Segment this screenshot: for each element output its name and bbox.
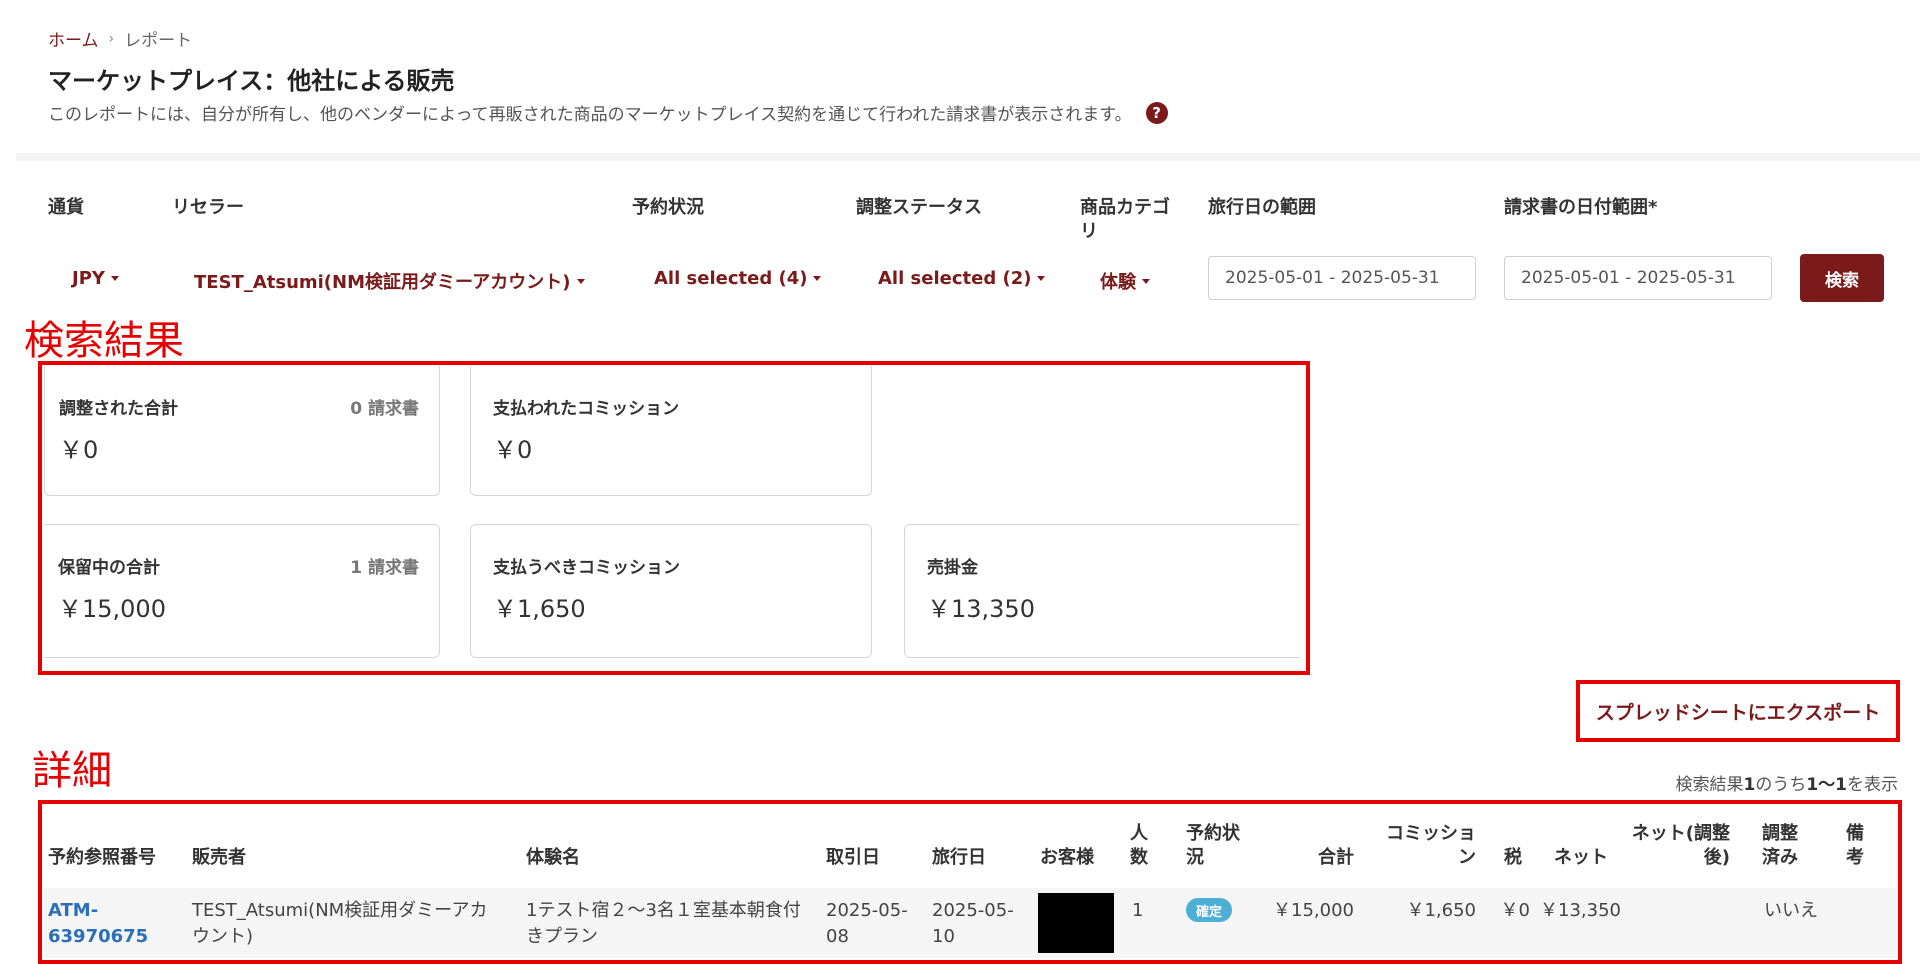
cell-pax: 1: [1132, 900, 1144, 921]
card-receivable: 売掛金 ￥13,350: [904, 524, 1300, 658]
cell-commission: ￥1,650: [1406, 900, 1476, 921]
card-title: 売掛金: [927, 558, 978, 578]
card-title: 保留中の合計: [58, 558, 160, 578]
card-title: 支払われたコミッション: [493, 399, 680, 419]
col-header-commission: コミッション: [1386, 823, 1476, 868]
results-count-range: 1〜1: [1806, 775, 1847, 795]
results-count: 検索結果1のうち1〜1を表示: [1675, 770, 1898, 795]
results-count-mid: のうち: [1755, 775, 1807, 795]
col-header-customer: お客様: [1040, 847, 1094, 868]
filter-label-adjust-status: 調整ステータス: [856, 197, 982, 218]
cell-total: ￥15,000: [1273, 900, 1354, 921]
card-adjusted-total: 調整された合計 0 請求書 ￥0: [44, 366, 440, 496]
page-description: このレポートには、自分が所有し、他のベンダーによって再販された商品のマーケットプ…: [48, 105, 1132, 125]
col-header-net-adjusted: ネット(調整後): [1631, 823, 1730, 868]
results-count-prefix: 検索結果: [1675, 775, 1744, 795]
card-value: ￥1,650: [493, 595, 586, 623]
cell-tax: ￥0: [1500, 900, 1530, 921]
filter-label-booking-status: 予約状況: [632, 197, 704, 218]
booking-ref-link[interactable]: ATM-63970675: [48, 898, 148, 950]
breadcrumb-current: レポート: [124, 31, 193, 51]
page-description-row: このレポートには、自分が所有し、他のベンダーによって再販された商品のマーケットプ…: [48, 100, 1168, 125]
adjust-status-value: All selected (2): [878, 268, 1032, 289]
cell-product: 1テスト宿２〜3名１室基本朝食付きプラン: [526, 900, 801, 947]
card-value: ￥15,000: [58, 595, 166, 623]
filter-label-category: 商品カテゴリ: [1080, 197, 1170, 242]
breadcrumb: ホーム › レポート: [48, 26, 193, 52]
card-value: ￥0: [59, 436, 99, 464]
filter-label-reseller: リセラー: [172, 197, 244, 218]
cell-travel-date: 2025-05-10: [932, 900, 1014, 947]
cell-trade-date: 2025-05-08: [826, 900, 908, 947]
card-invoice-count: 0 請求書: [350, 399, 419, 419]
col-header-adjusted: 調整済み: [1762, 823, 1798, 868]
booking-status-value: All selected (4): [654, 268, 808, 289]
results-count-total: 1: [1743, 775, 1756, 795]
travel-date-range-input[interactable]: 2025-05-01 - 2025-05-31: [1208, 256, 1476, 300]
card-commission-paid: 支払われたコミッション ￥0: [470, 366, 872, 496]
status-badge: 確定: [1186, 898, 1233, 922]
cell-seller: TEST_Atsumi(NM検証用ダミーアカウント): [192, 900, 488, 947]
reseller-dropdown[interactable]: TEST_Atsumi(NM検証用ダミーアカウント): [194, 268, 585, 294]
card-commission-due: 支払うべきコミッション ￥1,650: [470, 524, 872, 658]
filter-label-invoice-range: 請求書の日付範囲*: [1504, 197, 1658, 218]
col-header-notes: 備考: [1846, 823, 1864, 868]
col-header-status: 予約状況: [1186, 823, 1240, 868]
page-title: マーケットプレイス：他社による販売: [48, 67, 455, 95]
cell-adjusted: いいえ: [1764, 900, 1818, 921]
annotation-details-label: 詳細: [32, 748, 112, 794]
invoice-date-range-input[interactable]: 2025-05-01 - 2025-05-31: [1504, 256, 1772, 300]
breadcrumb-separator: ›: [108, 30, 115, 47]
adjust-status-dropdown[interactable]: All selected (2): [878, 268, 1046, 289]
card-value: ￥0: [493, 436, 533, 464]
export-spreadsheet-button[interactable]: スプレッドシートにエクスポート: [1576, 680, 1900, 742]
card-value: ￥13,350: [927, 595, 1035, 623]
currency-value: JPY: [72, 268, 105, 289]
filter-label-currency: 通貨: [48, 197, 84, 218]
col-header-pax: 人数: [1130, 823, 1148, 868]
card-invoice-count: 1 請求書: [350, 558, 419, 578]
col-header-trade-date: 取引日: [826, 847, 880, 868]
card-title: 支払うべきコミッション: [493, 558, 680, 578]
category-dropdown[interactable]: 体験: [1100, 268, 1150, 294]
col-header-net: ネット: [1554, 847, 1608, 868]
breadcrumb-home-link[interactable]: ホーム: [48, 26, 99, 51]
caret-down-icon: [1142, 278, 1150, 284]
help-icon[interactable]: ?: [1145, 101, 1168, 124]
currency-dropdown[interactable]: JPY: [72, 268, 119, 289]
caret-down-icon: [1037, 276, 1046, 281]
caret-down-icon: [576, 278, 585, 284]
section-divider: [16, 153, 1920, 161]
search-button[interactable]: 検索: [1800, 254, 1884, 302]
cell-net: ￥13,350: [1540, 900, 1621, 921]
redacted-customer: [1038, 893, 1114, 953]
col-header-tax: 税: [1504, 847, 1522, 868]
card-title: 調整された合計: [59, 399, 178, 419]
card-held-total: 保留中の合計 1 請求書 ￥15,000: [44, 524, 440, 658]
col-header-travel-date: 旅行日: [932, 847, 986, 868]
results-count-suffix: を表示: [1847, 775, 1898, 795]
annotation-results-label: 検索結果: [24, 318, 184, 364]
category-value: 体験: [1100, 272, 1136, 293]
reseller-value: TEST_Atsumi(NM検証用ダミーアカウント): [194, 272, 571, 293]
col-header-product: 体験名: [526, 847, 580, 868]
booking-status-dropdown[interactable]: All selected (4): [654, 268, 822, 289]
col-header-total: 合計: [1318, 847, 1354, 868]
caret-down-icon: [813, 276, 822, 281]
caret-down-icon: [110, 276, 119, 281]
col-header-ref: 予約参照番号: [48, 847, 156, 868]
col-header-seller: 販売者: [192, 847, 246, 868]
filter-label-travel-range: 旅行日の範囲: [1208, 197, 1316, 218]
